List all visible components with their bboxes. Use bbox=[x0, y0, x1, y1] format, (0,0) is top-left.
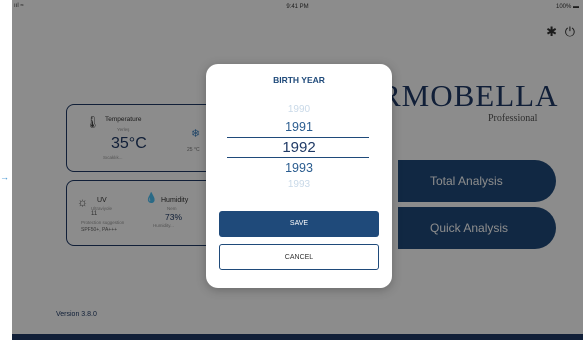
cancel-button[interactable]: CANCEL bbox=[219, 244, 379, 270]
year-option[interactable]: 1993 bbox=[206, 161, 392, 175]
picker-divider bbox=[227, 137, 369, 138]
dialog-title: BIRTH YEAR bbox=[273, 75, 325, 85]
save-button[interactable]: SAVE bbox=[219, 211, 379, 237]
year-option[interactable]: 1991 bbox=[206, 120, 392, 134]
birth-year-dialog: BIRTH YEAR 1990 1991 1992 1993 1993 SAVE… bbox=[206, 64, 392, 288]
year-option[interactable]: 1990 bbox=[206, 104, 392, 115]
picker-divider bbox=[227, 157, 369, 158]
year-option[interactable]: 1993 bbox=[206, 179, 392, 190]
arrow-icon: → bbox=[0, 172, 9, 182]
year-option-selected[interactable]: 1992 bbox=[206, 139, 392, 156]
